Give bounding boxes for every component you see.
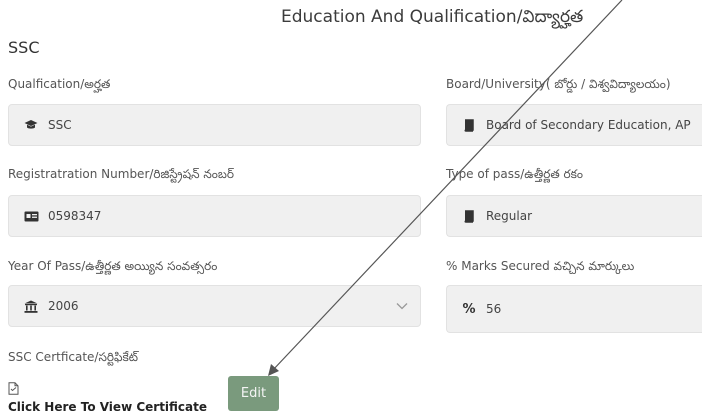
year-value: 2006	[48, 299, 79, 313]
board-value: Board of Secondary Education, AP	[486, 118, 691, 132]
edit-button[interactable]: Edit	[228, 376, 279, 411]
chevron-down-icon	[396, 299, 408, 313]
page-title: Education And Qualification/విద్యార్హత	[281, 7, 584, 27]
registration-label: Registratration Number/రిజిస్ట్రేషన్ నంబ…	[8, 167, 235, 181]
pass-type-field[interactable]: Regular	[446, 195, 702, 237]
qualification-label: Qualfication/అర్హత	[8, 77, 111, 91]
id-card-icon	[23, 211, 39, 222]
marks-value: 56	[486, 302, 502, 316]
view-certificate-link[interactable]: Click Here To View Certificate	[8, 400, 207, 414]
pass-type-value: Regular	[486, 209, 533, 223]
year-select[interactable]: 2006	[8, 285, 421, 327]
book-icon	[461, 118, 477, 132]
percent-icon: %	[462, 301, 476, 317]
book-icon	[461, 209, 477, 223]
certificate-label: SSC Certficate/సర్టిఫికేట్	[8, 350, 139, 364]
pass-type-label: Type of pass/ఉత్తీర్ణత రకం	[446, 167, 583, 181]
year-label: Year Of Pass/ఉత్తీర్ణత అయ్యిన సంవత్సరం	[8, 259, 218, 273]
marks-field[interactable]: % 56	[446, 285, 702, 333]
institution-icon	[23, 300, 39, 313]
registration-value: 0598347	[48, 209, 102, 223]
section-title: SSC	[8, 38, 40, 57]
registration-field[interactable]: 0598347	[8, 195, 421, 237]
file-icon[interactable]	[8, 380, 19, 399]
qualification-value: SSC	[48, 118, 72, 132]
board-label: Board/University( బోర్డు / విశ్వవిద్యాలయ…	[446, 77, 671, 91]
graduation-cap-icon	[23, 119, 39, 131]
qualification-field[interactable]: SSC	[8, 104, 421, 146]
marks-label: % Marks Secured వచ్చిన మార్కులు	[446, 259, 635, 273]
board-field[interactable]: Board of Secondary Education, AP	[446, 104, 702, 146]
